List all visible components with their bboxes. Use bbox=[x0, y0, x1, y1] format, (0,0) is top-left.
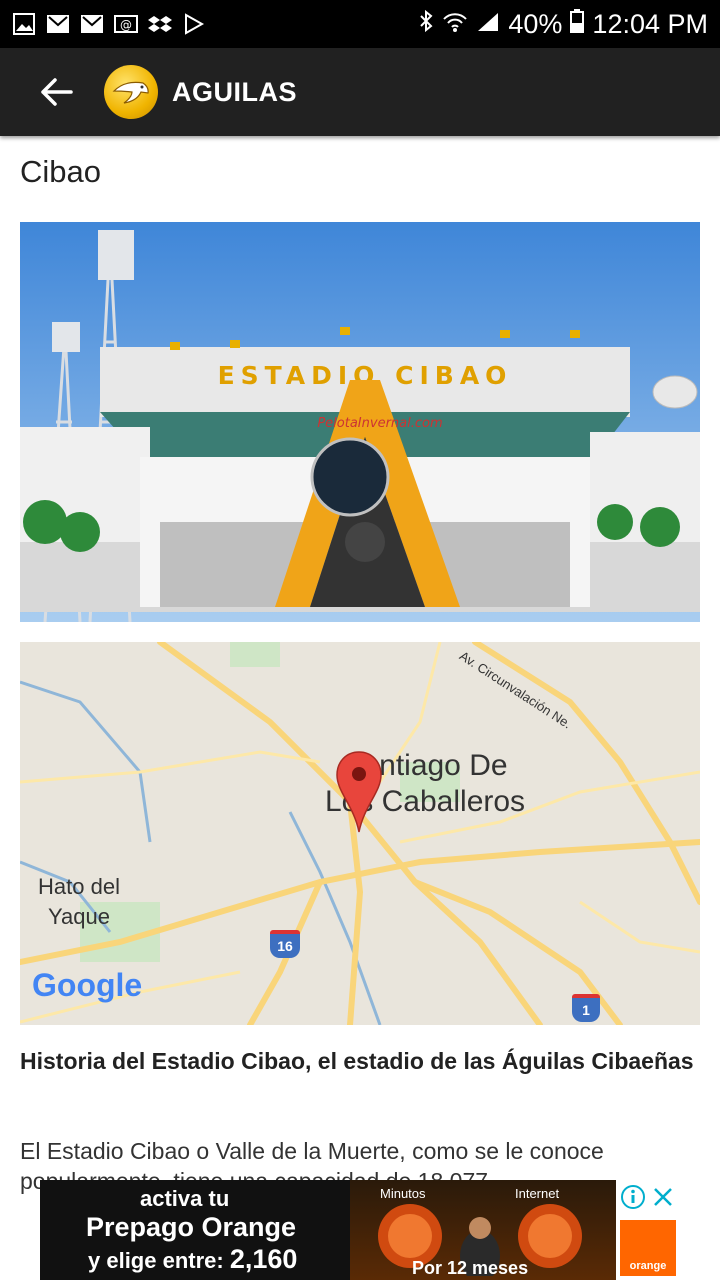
gallery-icon bbox=[12, 12, 36, 36]
ad-brand-logo: orange bbox=[620, 1220, 676, 1276]
clock: 12:04 PM bbox=[592, 8, 708, 39]
team-logo bbox=[104, 65, 158, 119]
gmail-icon bbox=[46, 12, 70, 36]
battery-icon bbox=[570, 8, 585, 40]
email-icon: @ bbox=[114, 12, 138, 36]
signal-icon bbox=[476, 9, 500, 40]
notification-icons: @ bbox=[12, 12, 206, 36]
photo-watermark: PelotaInvernal.com bbox=[317, 416, 442, 431]
play-store-icon bbox=[182, 12, 206, 36]
toolbar-title: AGUILAS bbox=[172, 76, 297, 107]
dropbox-icon bbox=[148, 12, 172, 36]
status-bar: @ 40% 12:04 PM bbox=[0, 0, 720, 48]
article-heading: Historia del Estadio Cibao, el estadio d… bbox=[20, 1048, 694, 1074]
content-area: Cibao ESTADIO CIBAO PelotaInvernal.com A… bbox=[0, 136, 720, 1280]
route-1-shield: 1 bbox=[572, 994, 600, 1022]
eagle-icon bbox=[112, 81, 149, 104]
hato-label: Hato del Yaque bbox=[38, 874, 120, 929]
ad-offer: y elige entre: 2,160 bbox=[88, 1244, 298, 1274]
google-logo: Google bbox=[32, 967, 143, 1003]
stadium-photo: ESTADIO CIBAO PelotaInvernal.com bbox=[20, 222, 700, 622]
bluetooth-icon bbox=[418, 9, 434, 40]
ad-info-icon[interactable] bbox=[620, 1184, 646, 1210]
route-16-shield: 16 bbox=[270, 930, 300, 958]
app-toolbar: AGUILAS bbox=[0, 48, 720, 136]
svg-text:@: @ bbox=[120, 18, 132, 32]
ad-banner[interactable]: activa tu Prepago Orange y elige entre: … bbox=[40, 1180, 680, 1280]
battery-percent: 40% bbox=[508, 8, 563, 39]
ad-controls: orange bbox=[616, 1180, 680, 1280]
ad-image: Minutos Internet Por 12 meses bbox=[350, 1180, 620, 1280]
section-title: Cibao bbox=[20, 154, 101, 189]
wifi-icon bbox=[442, 9, 468, 40]
ad-text-block: activa tu Prepago Orange y elige entre: … bbox=[40, 1180, 350, 1280]
map-pin-icon[interactable] bbox=[335, 750, 383, 834]
back-button[interactable] bbox=[28, 64, 84, 120]
location-map[interactable]: Av. Circunvalación Ne. Santiago De Los C… bbox=[20, 642, 700, 1025]
arrow-left-icon bbox=[41, 78, 73, 106]
ad-close-icon[interactable] bbox=[652, 1186, 674, 1208]
gmail-icon-2 bbox=[80, 12, 104, 36]
